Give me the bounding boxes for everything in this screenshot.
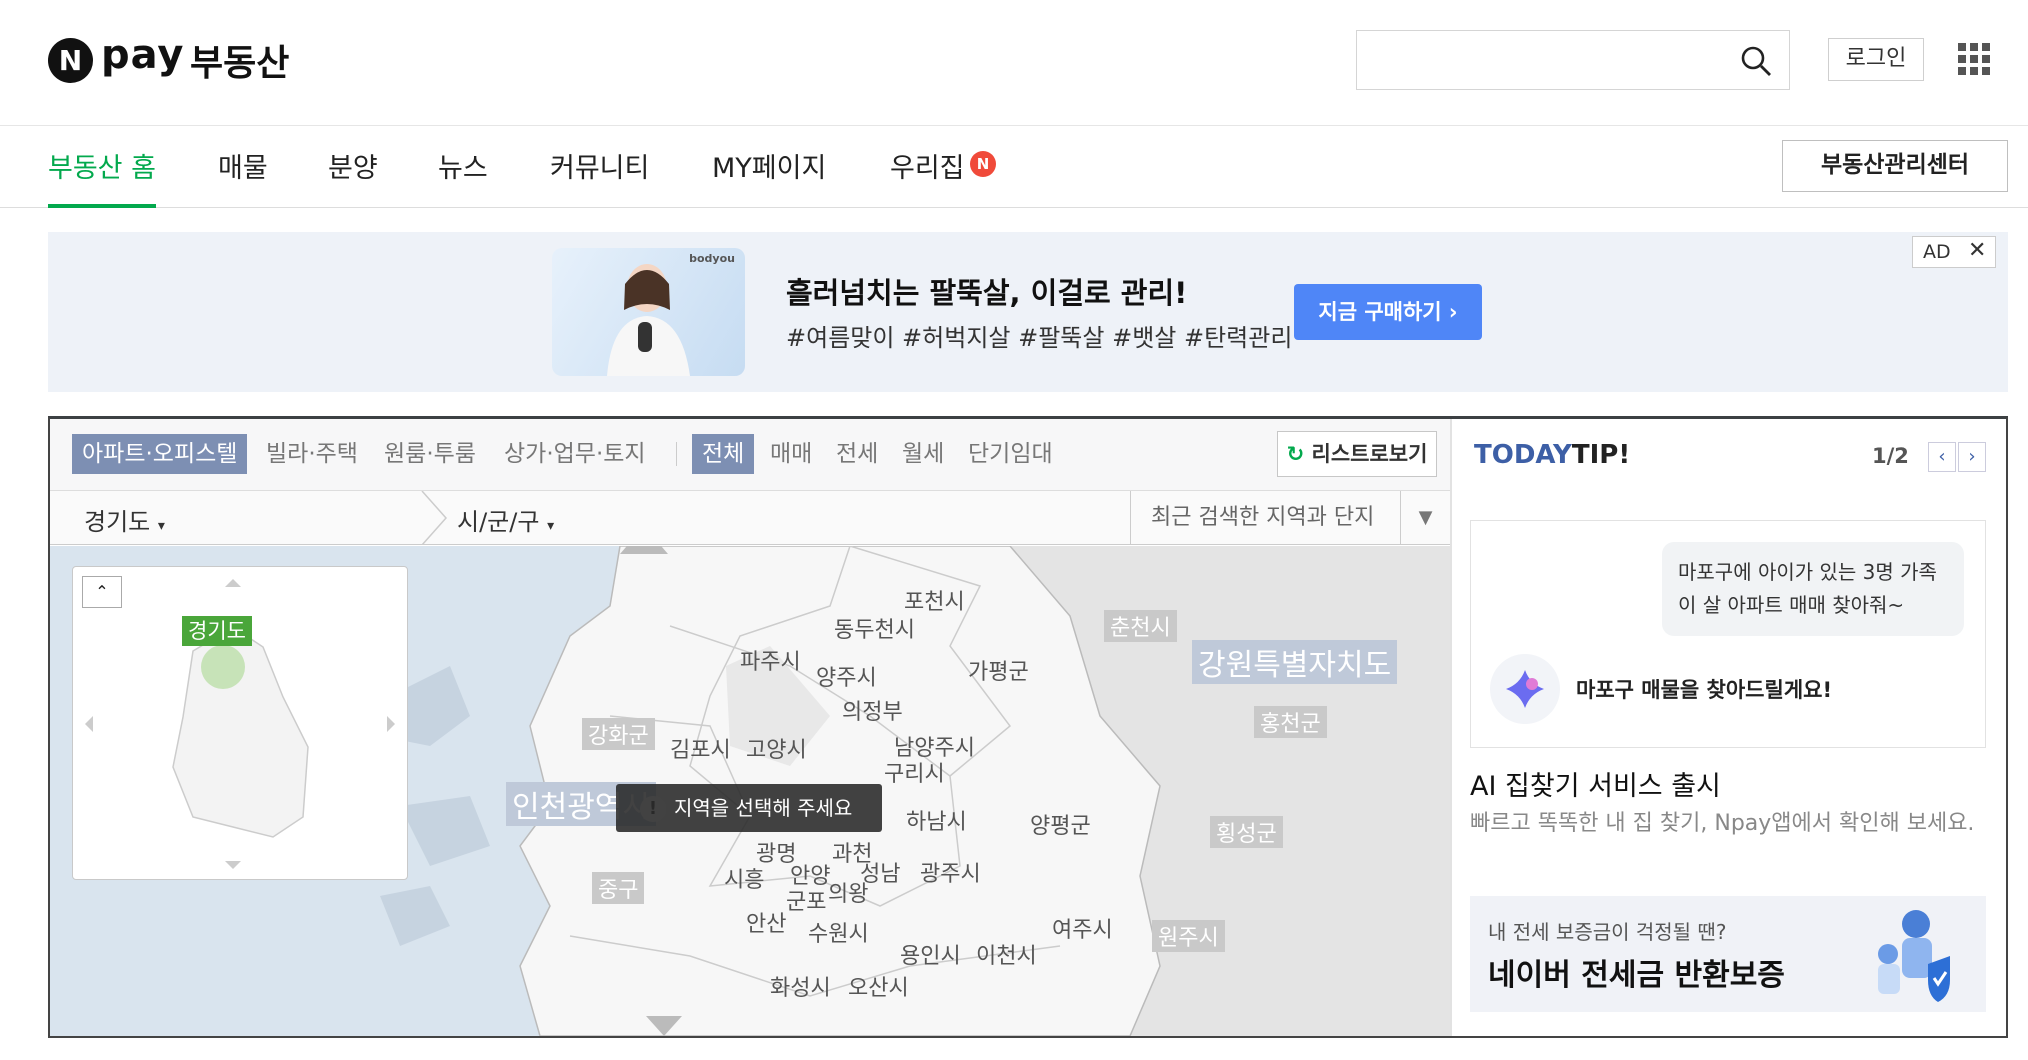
main-nav xyxy=(0,126,2028,208)
mini-map-collapse-icon[interactable]: ⌃ xyxy=(82,576,122,608)
ad-model-illustration xyxy=(607,264,690,376)
mini-map-region-label: 경기도 xyxy=(182,616,252,646)
logo-pay[interactable]: pay xyxy=(101,32,184,78)
ad-brand: bodyou xyxy=(689,252,735,265)
map-label-hongcheon[interactable]: 홍천군 xyxy=(1254,706,1327,738)
province-label: 경기도 xyxy=(84,508,151,536)
ad-title[interactable]: 흘러넘치는 팔뚝살, 이걸로 관리! xyxy=(786,270,1187,312)
logo-title[interactable]: 부동산 xyxy=(190,34,289,86)
shield-people-icon xyxy=(1878,910,1950,1002)
deal-shortterm[interactable]: 단기임대 xyxy=(968,434,1053,474)
korea-mini-map xyxy=(85,579,395,869)
banner-title: 네이버 전세금 반환보증 xyxy=(1488,958,1785,993)
ad-close-icon[interactable]: ✕ xyxy=(1968,238,1986,263)
nav-community[interactable]: 커뮤니티 xyxy=(550,146,649,208)
map-label-dongducheon[interactable]: 동두천시 xyxy=(834,612,915,644)
map-label-guri[interactable]: 구리시 xyxy=(884,756,945,788)
map-label-suwon[interactable]: 수원시 xyxy=(808,916,869,948)
map-label-goyang[interactable]: 고양시 xyxy=(746,732,807,764)
nav-presale[interactable]: 분양 xyxy=(328,146,378,208)
filter-divider xyxy=(676,442,677,466)
map-label-ansan[interactable]: 안산 xyxy=(746,906,786,938)
filter-oneroom[interactable]: 원룸·투룸 xyxy=(384,434,476,474)
filter-commercial[interactable]: 상가·업무·토지 xyxy=(504,434,646,474)
tip-next-icon[interactable]: › xyxy=(1958,442,1986,472)
tip-title-today: TODAY xyxy=(1474,440,1572,470)
map-label-icheon[interactable]: 이천시 xyxy=(976,938,1037,970)
map-label-paju[interactable]: 파주시 xyxy=(740,644,801,676)
city-select[interactable]: 시/군/구 ▾ xyxy=(457,502,554,537)
select-region-tooltip: 지역을 선택해 주세요 xyxy=(616,784,882,832)
ad-description[interactable]: #여름맞이 #허벅지살 #팔뚝살 #뱃살 #탄력관리 xyxy=(786,318,1292,353)
nav-myhome[interactable]: 우리집 xyxy=(890,146,965,208)
map-label-hanam[interactable]: 하남시 xyxy=(906,804,967,836)
deal-sale[interactable]: 매매 xyxy=(770,434,812,474)
province-select[interactable]: 경기도 ▾ xyxy=(84,502,165,537)
nav-mypage[interactable]: MY페이지 xyxy=(712,146,826,208)
map-label-yangpyeong[interactable]: 양평군 xyxy=(1030,808,1091,840)
ai-sparkle-icon xyxy=(1490,654,1560,724)
map-label-wonju[interactable]: 원주시 xyxy=(1152,920,1225,952)
caret-down-icon: ▾ xyxy=(157,518,165,534)
new-badge: N xyxy=(970,151,996,177)
caret-down-icon: ▾ xyxy=(547,518,555,534)
map-label-uijeongbu[interactable]: 의정부 xyxy=(842,694,903,726)
ad-buy-button[interactable]: 지금 구매하기 › xyxy=(1294,284,1482,340)
nav-home[interactable]: 부동산 홈 xyxy=(48,146,156,208)
tip-page-indicator: 1/2 xyxy=(1872,444,1909,468)
map-label-yongin[interactable]: 용인시 xyxy=(900,938,961,970)
search-input[interactable] xyxy=(1356,30,1790,90)
map-label-osan[interactable]: 오산시 xyxy=(848,970,909,1002)
map-label-chuncheon[interactable]: 춘천시 xyxy=(1104,610,1177,642)
mini-map[interactable] xyxy=(72,566,408,880)
filter-apartment[interactable]: 아파트·오피스텔 xyxy=(72,434,248,474)
city-label: 시/군/구 xyxy=(457,508,540,536)
list-view-label: 리스트로보기 xyxy=(1311,442,1428,466)
map-label-hwaseong[interactable]: 화성시 xyxy=(770,970,831,1002)
search-icon[interactable] xyxy=(1740,45,1772,77)
refresh-icon: ↻ xyxy=(1286,442,1305,466)
map-label-gunpo[interactable]: 군포 xyxy=(786,884,826,916)
map-label-siheung[interactable]: 시흥 xyxy=(724,862,764,894)
map-label-ganghwa[interactable]: 강화군 xyxy=(582,718,655,750)
map-label-gangwon[interactable]: 강원특별자치도 xyxy=(1192,640,1398,684)
tip-title-tip: TIP! xyxy=(1571,440,1631,470)
deal-all[interactable]: 전체 xyxy=(692,434,755,474)
list-view-button[interactable]: ↻ 리스트로보기 xyxy=(1277,431,1437,477)
tip-ai-message: 마포구 매물을 찾아드릴게요! xyxy=(1576,678,1833,702)
banner-subtitle: 내 전세 보증금이 걱정될 땐? xyxy=(1488,920,1727,944)
map-label-gwangju[interactable]: 광주시 xyxy=(920,856,981,888)
nav-listings[interactable]: 매물 xyxy=(218,146,268,208)
ad-banner[interactable] xyxy=(48,232,2008,392)
apps-grid-icon[interactable] xyxy=(1958,43,1990,75)
naver-logo-icon[interactable]: N xyxy=(48,38,93,83)
chevron-down-icon[interactable]: ▼ xyxy=(1400,491,1450,545)
map-label-gimpo[interactable]: 김포시 xyxy=(670,732,731,764)
map-label-gapyeong[interactable]: 가평군 xyxy=(968,654,1029,686)
tip-chat-bubble: 마포구에 아이가 있는 3명 가족이 살 아파트 매매 찾아줘~ xyxy=(1662,542,1964,636)
map-label-junggu[interactable]: 중구 xyxy=(592,872,645,904)
tip-prev-icon[interactable]: ‹ xyxy=(1928,442,1956,472)
tip-heading[interactable]: AI 집찾기 서비스 출시 xyxy=(1470,764,1721,803)
map-label-yangju[interactable]: 양주시 xyxy=(816,660,877,692)
tip-title: TODAYTIP! xyxy=(1474,440,1630,470)
tip-description[interactable]: 빠르고 똑똑한 내 집 찾기, Npay앱에서 확인해 보세요. xyxy=(1470,808,1986,840)
header: N pay 부동산 로그인 xyxy=(0,0,2028,126)
realty-management-button[interactable]: 부동산관리센터 xyxy=(1782,140,2008,192)
nav-news[interactable]: 뉴스 xyxy=(438,146,488,208)
login-button[interactable]: 로그인 xyxy=(1828,38,1924,81)
map-label-uiwang[interactable]: 의왕 xyxy=(828,876,868,908)
breadcrumb-separator-icon xyxy=(421,491,448,545)
ad-image[interactable]: bodyou xyxy=(552,248,745,376)
filter-villa[interactable]: 빌라·주택 xyxy=(266,434,358,474)
map-label-hoengseong[interactable]: 횡성군 xyxy=(1210,816,1283,848)
map-label-yeoju[interactable]: 여주시 xyxy=(1052,912,1113,944)
deal-jeonse[interactable]: 전세 xyxy=(836,434,878,474)
deal-monthly[interactable]: 월세 xyxy=(902,434,944,474)
